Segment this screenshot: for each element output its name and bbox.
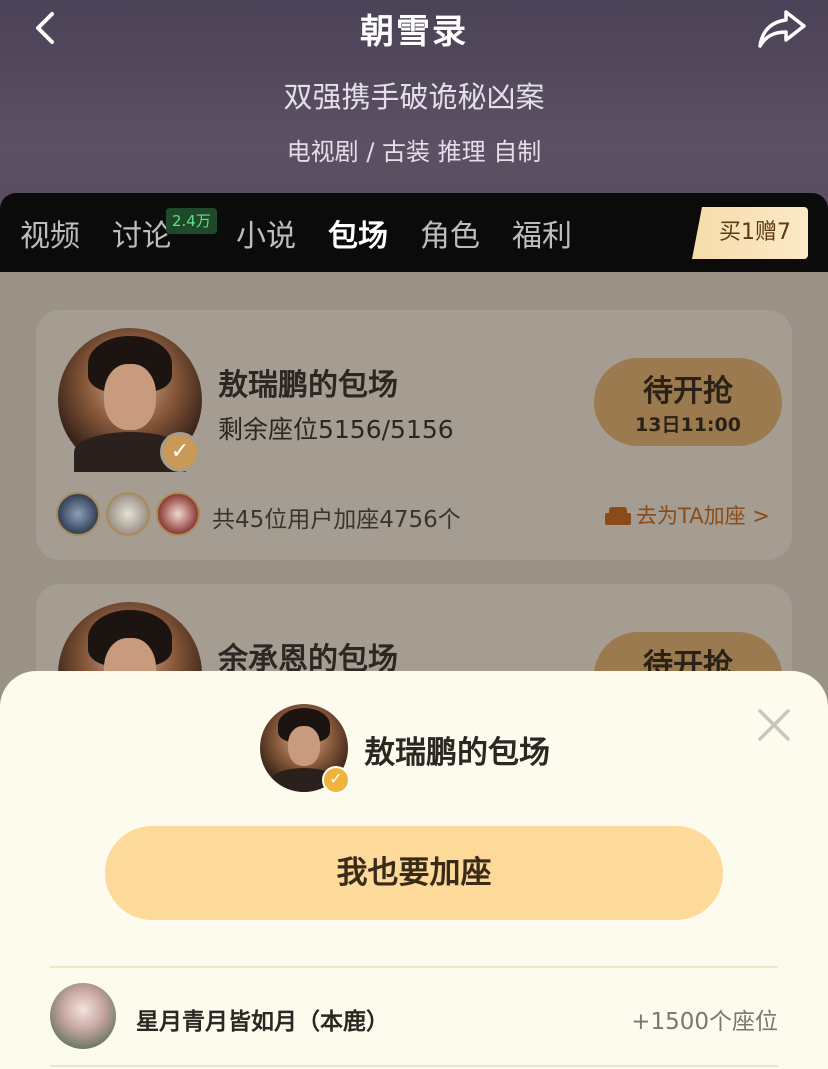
- tab-discussion[interactable]: 讨论: [112, 211, 172, 255]
- card-title: 敖瑞鹏的包场: [218, 368, 398, 403]
- sofa-icon: [605, 507, 631, 525]
- discussion-count-badge: 2.4万: [166, 208, 217, 234]
- close-icon[interactable]: [754, 705, 794, 745]
- status-label: 待开抢: [643, 374, 733, 409]
- user-seats: +1500个座位: [631, 1009, 778, 1035]
- join-count: 共45位用户加座4756个: [212, 507, 461, 533]
- divider: [50, 1065, 778, 1067]
- screening-card[interactable]: ✓ 敖瑞鹏的包场 剩余座位5156/5156 待开抢 13日11:00 共45位…: [36, 310, 792, 560]
- show-tags: 电视剧 / 古装 推理 自制: [286, 138, 542, 166]
- tab-novel[interactable]: 小说: [236, 211, 296, 255]
- avatar: [50, 983, 116, 1049]
- tab-bar: 视频 讨论 2.4万 小说 包场 角色 福利 买1赠7: [0, 193, 828, 273]
- remaining-seats: 剩余座位5156/5156: [218, 415, 454, 444]
- promo-button[interactable]: 买1赠7: [692, 207, 808, 259]
- show-subtitle: 双强携手破诡秘凶案: [283, 80, 545, 114]
- add-seat-button[interactable]: 我也要加座: [105, 826, 723, 920]
- tab-videos[interactable]: 视频: [20, 211, 80, 255]
- pending-button[interactable]: 待开抢 13日11:00: [594, 358, 782, 446]
- tab-benefits[interactable]: 福利: [512, 211, 572, 255]
- tab-private-screening[interactable]: 包场: [328, 211, 388, 255]
- avatar: [106, 492, 150, 536]
- verified-icon: ✓: [160, 432, 200, 472]
- add-seat-link[interactable]: 去为TA加座 >: [604, 500, 770, 530]
- bottom-sheet: ✓ 敖瑞鹏的包场 我也要加座 星月青月皆如月（本鹿） +1500个座位: [0, 671, 828, 1069]
- verified-icon: ✓: [322, 766, 350, 794]
- divider: [50, 966, 778, 968]
- start-time: 13日11:00: [635, 414, 741, 436]
- add-seat-label: 去为TA加座 >: [636, 504, 770, 528]
- user-name: 星月青月皆如月（本鹿）: [136, 1009, 389, 1035]
- avatar: [56, 492, 100, 536]
- joined-users-avatars: [56, 492, 206, 538]
- avatar: [156, 492, 200, 536]
- tab-characters[interactable]: 角色: [420, 211, 480, 255]
- sheet-title: 敖瑞鹏的包场: [364, 735, 550, 771]
- page-title: 朝雪录: [360, 12, 468, 52]
- share-icon[interactable]: [756, 6, 808, 50]
- list-item[interactable]: 星月青月皆如月（本鹿） +1500个座位: [50, 969, 778, 1065]
